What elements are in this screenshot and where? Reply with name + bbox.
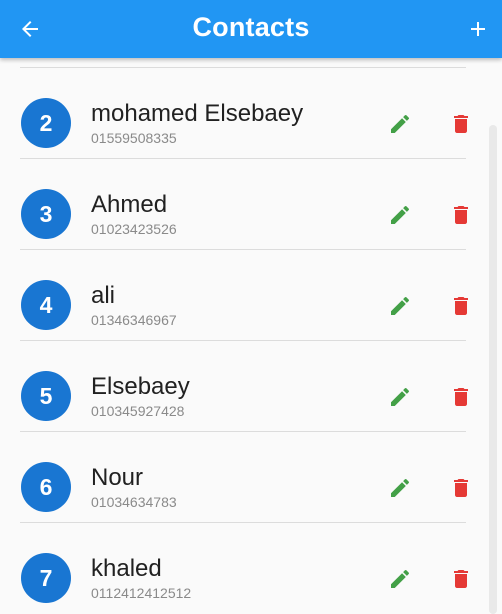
contact-avatar: 3 [21,189,71,239]
delete-button[interactable] [449,385,473,409]
trash-icon [454,570,468,588]
trash-icon [454,479,468,497]
delete-button[interactable] [449,112,473,136]
edit-button[interactable] [388,294,412,318]
edit-button[interactable] [388,567,412,591]
pencil-icon [391,296,410,315]
delete-button[interactable] [449,476,473,500]
pencil-icon [391,387,410,406]
contact-phone: 01023423526 [91,221,177,237]
delete-button[interactable] [449,567,473,591]
pencil-icon [391,569,410,588]
contact-row[interactable]: 3 Ahmed 01023423526 [0,159,482,250]
edit-button[interactable] [388,203,412,227]
delete-button[interactable] [449,294,473,318]
contact-phone: 010345927428 [91,403,185,419]
plus-icon [471,22,485,36]
delete-button[interactable] [449,203,473,227]
pencil-icon [391,478,410,497]
contact-avatar: 2 [21,98,71,148]
contacts-screen: Contacts 2 mohamed Elsebaey 01559508335 … [0,0,502,614]
contact-name: Elsebaey [91,373,190,400]
edit-button[interactable] [388,385,412,409]
trash-icon [454,115,468,133]
trash-icon [454,388,468,406]
trash-icon [454,297,468,315]
app-bar: Contacts [0,0,502,58]
scrollbar[interactable] [489,125,497,614]
contact-avatar: 7 [21,553,71,603]
contacts-list[interactable]: 2 mohamed Elsebaey 01559508335 3 Ahmed 0… [0,58,502,614]
contact-name: ali [91,282,116,309]
pencil-icon [391,205,410,224]
trash-icon [454,206,468,224]
contact-avatar: 5 [21,371,71,421]
add-contact-button[interactable] [466,17,490,41]
page-title: Contacts [192,12,310,42]
contact-phone: 01559508335 [91,130,177,146]
contact-name: Nour [91,464,144,491]
contact-phone: 01346346967 [91,312,177,328]
contact-avatar: 6 [21,462,71,512]
contact-phone: 0112412412512 [91,585,192,601]
contact-name: Ahmed [91,191,168,218]
contact-avatar: 4 [21,280,71,330]
contact-row[interactable]: 4 ali 01346346967 [0,250,482,341]
contact-name: mohamed Elsebaey [91,100,304,127]
contact-phone: 01034634783 [91,494,177,510]
contact-row[interactable]: 6 Nour 01034634783 [0,432,482,523]
contact-row[interactable]: 2 mohamed Elsebaey 01559508335 [0,68,482,159]
contact-name: khaled [91,555,162,582]
edit-button[interactable] [388,476,412,500]
contact-row[interactable]: 5 Elsebaey 010345927428 [0,341,482,432]
contact-row[interactable]: 7 khaled 0112412412512 [0,523,482,614]
pencil-icon [391,114,410,133]
edit-button[interactable] [388,112,412,136]
